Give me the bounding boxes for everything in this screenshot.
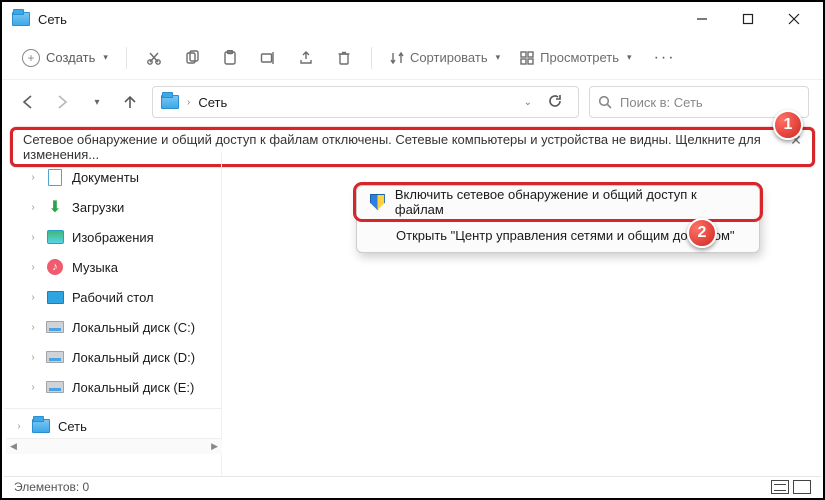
expand-icon[interactable]: ›	[28, 352, 38, 363]
sidebar-item-drive-c[interactable]: › Локальный диск (C:)	[4, 312, 221, 342]
window-title: Сеть	[38, 12, 67, 27]
create-button[interactable]: + Создать ▾	[14, 42, 116, 74]
sidebar-item-pictures[interactable]: › Изображения	[4, 222, 221, 252]
expand-icon[interactable]: ›	[28, 172, 38, 183]
back-button[interactable]	[16, 90, 40, 114]
sidebar-item-label: Музыка	[72, 260, 118, 275]
download-icon: ⬇	[46, 198, 64, 216]
search-placeholder: Поиск в: Сеть	[620, 95, 703, 110]
status-bar: Элементов: 0	[4, 476, 821, 496]
toolbar: + Создать ▾ Сортировать ▾ Просмотреть ▾ …	[2, 36, 823, 80]
view-label: Просмотреть	[540, 50, 619, 65]
forward-button[interactable]	[50, 90, 74, 114]
sidebar-item-drive-e[interactable]: › Локальный диск (E:)	[4, 372, 221, 402]
desktop-icon	[46, 288, 64, 306]
search-input[interactable]: Поиск в: Сеть	[589, 86, 809, 118]
network-icon	[12, 12, 30, 26]
expand-icon[interactable]: ›	[28, 382, 38, 393]
sidebar-item-network[interactable]: › Сеть	[4, 411, 221, 441]
expand-icon[interactable]: ›	[14, 421, 24, 432]
drive-icon	[46, 318, 64, 336]
network-icon	[161, 95, 179, 109]
sidebar-item-label: Локальный диск (C:)	[72, 320, 195, 335]
plus-icon: +	[22, 49, 40, 67]
annotation-marker-1: 1	[773, 110, 803, 140]
sidebar-item-label: Локальный диск (D:)	[72, 350, 195, 365]
sidebar-item-drive-d[interactable]: › Локальный диск (D:)	[4, 342, 221, 372]
sidebar-item-label: Сеть	[58, 419, 87, 434]
paste-button[interactable]	[213, 42, 247, 74]
separator	[371, 47, 372, 69]
sidebar-item-music[interactable]: › ♪ Музыка	[4, 252, 221, 282]
menu-item-label: Открыть "Центр управления сетями и общим…	[396, 228, 735, 243]
recent-locations-button[interactable]: ▾	[84, 90, 108, 114]
sidebar-item-label: Локальный диск (E:)	[72, 380, 194, 395]
delete-button[interactable]	[327, 42, 361, 74]
drive-icon	[46, 378, 64, 396]
navigation-row: ▾ › Сеть ⌄ Поиск в: Сеть	[2, 80, 823, 124]
chevron-down-icon: ▾	[94, 97, 99, 108]
search-icon	[598, 95, 612, 109]
expand-icon[interactable]: ›	[28, 202, 38, 213]
chevron-down-icon[interactable]: ⌄	[524, 97, 532, 108]
menu-item-enable-network-discovery[interactable]: Включить сетевое обнаружение и общий дос…	[356, 185, 760, 219]
music-icon: ♪	[46, 258, 64, 276]
sort-button[interactable]: Сортировать ▾	[382, 42, 508, 74]
expand-icon[interactable]: ›	[28, 262, 38, 273]
separator	[126, 47, 127, 69]
sidebar-item-documents[interactable]: › Документы	[4, 162, 221, 192]
create-label: Создать	[46, 50, 95, 65]
status-text: Элементов: 0	[14, 480, 89, 494]
drive-icon	[46, 348, 64, 366]
address-text: Сеть	[198, 95, 227, 110]
annotation-marker-2: 2	[687, 218, 717, 248]
minimize-button[interactable]	[679, 4, 725, 34]
sidebar-item-desktop[interactable]: › Рабочий стол	[4, 282, 221, 312]
rename-button[interactable]	[251, 42, 285, 74]
sidebar-item-label: Загрузки	[72, 200, 124, 215]
sidebar-item-label: Документы	[72, 170, 139, 185]
share-button[interactable]	[289, 42, 323, 74]
sidebar-item-downloads[interactable]: › ⬇ Загрузки	[4, 192, 221, 222]
copy-button[interactable]	[175, 42, 209, 74]
address-bar[interactable]: › Сеть ⌄	[152, 86, 579, 118]
view-switch	[771, 480, 811, 494]
sidebar-scrollbar[interactable]	[6, 438, 222, 454]
pictures-icon	[46, 228, 64, 246]
cut-button[interactable]	[137, 42, 171, 74]
title-bar: Сеть	[2, 2, 823, 36]
chevron-down-icon: ▾	[496, 52, 501, 63]
sort-label: Сортировать	[410, 50, 488, 65]
network-icon	[32, 417, 50, 435]
menu-item-label: Включить сетевое обнаружение и общий дос…	[395, 187, 746, 217]
expand-icon[interactable]: ›	[28, 322, 38, 333]
maximize-button[interactable]	[725, 4, 771, 34]
document-icon	[46, 168, 64, 186]
close-button[interactable]	[771, 4, 817, 34]
navigation-pane: › Документы › ⬇ Загрузки › Изображения ›…	[4, 152, 222, 476]
shield-icon	[370, 194, 385, 210]
expand-icon[interactable]: ›	[28, 292, 38, 303]
expand-icon[interactable]: ›	[28, 232, 38, 243]
sidebar-item-label: Изображения	[72, 230, 154, 245]
icons-view-button[interactable]	[793, 480, 811, 494]
view-button[interactable]: Просмотреть ▾	[512, 42, 639, 74]
more-button[interactable]: ···	[648, 42, 682, 74]
up-button[interactable]	[118, 90, 142, 114]
sidebar-item-label: Рабочий стол	[72, 290, 154, 305]
window-controls	[679, 4, 817, 34]
path-separator-icon: ›	[187, 97, 190, 108]
chevron-down-icon: ▾	[103, 52, 108, 63]
details-view-button[interactable]	[771, 480, 789, 494]
refresh-button[interactable]	[540, 94, 570, 111]
chevron-down-icon: ▾	[627, 52, 632, 63]
